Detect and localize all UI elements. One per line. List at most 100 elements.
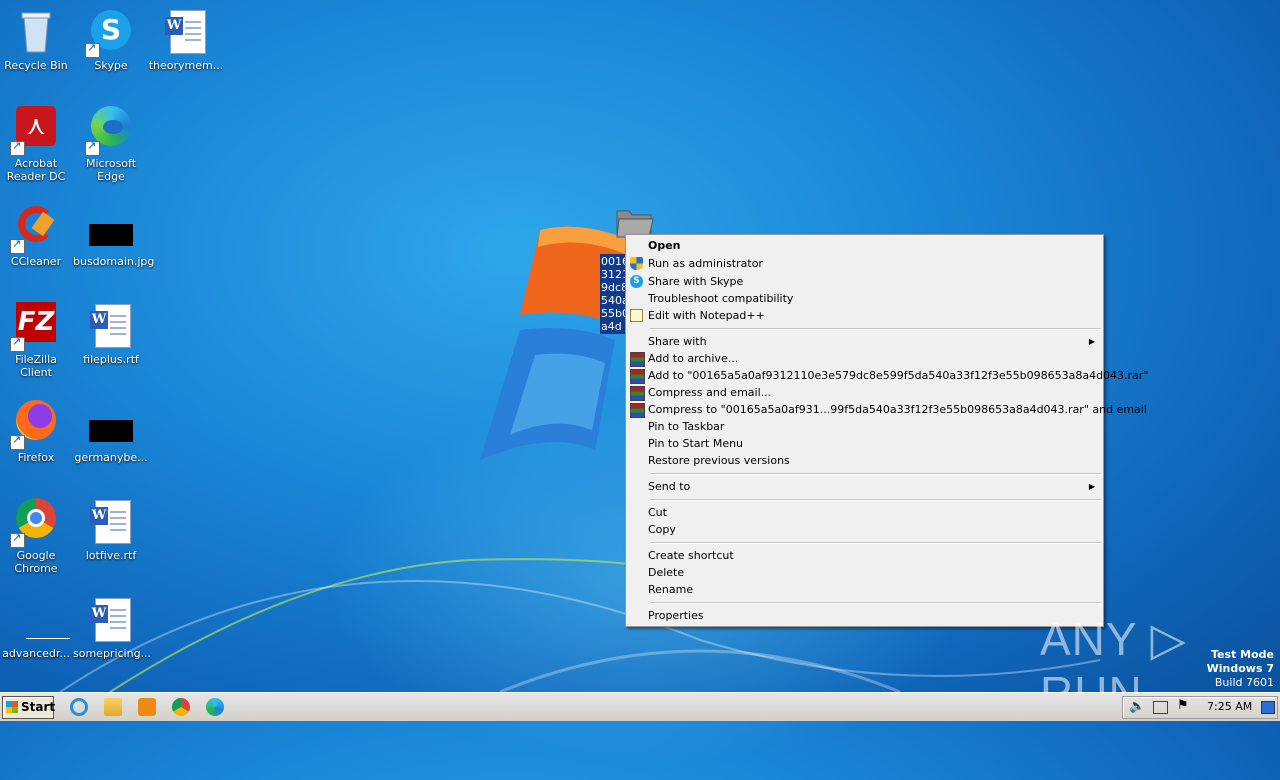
desktop-icon-firefox[interactable]: Firefox	[0, 400, 74, 464]
menu-item-label: Copy	[648, 523, 676, 536]
desktop-icon-label: Microsoft Edge	[85, 157, 137, 183]
desktop-icon-theorymem[interactable]: W theorymem...	[148, 8, 224, 72]
network-icon[interactable]	[1153, 701, 1168, 714]
shortcut-arrow-icon	[10, 335, 25, 352]
menu-item-compress-and-email[interactable]: Compress and email...	[628, 384, 1101, 401]
winrar-icon	[630, 352, 645, 367]
menu-item-share-with[interactable]: Share with ▶	[628, 333, 1101, 350]
menu-item-label: Compress and email...	[648, 386, 772, 399]
desktop-icon-acrobat[interactable]: ⋏ Acrobat Reader DC	[0, 106, 74, 183]
os-name-label: Windows 7	[1206, 662, 1274, 675]
image-file-icon	[87, 400, 135, 448]
taskbar: Start 🔈 ⚑ 7:25 AM	[0, 692, 1280, 721]
menu-separator	[650, 328, 1101, 330]
menu-item-share-with-skype[interactable]: S Share with Skype	[628, 273, 1101, 290]
recycle-bin-icon	[12, 8, 60, 56]
show-desktop-icon[interactable]	[1261, 701, 1275, 714]
menu-item-compress-to-rar-and-email[interactable]: Compress to "00165a5a0af931...99f5da540a…	[628, 401, 1147, 418]
filezilla-icon: FZ	[10, 302, 60, 352]
desktop-icon-label: FileZilla Client	[15, 353, 57, 379]
menu-separator	[650, 473, 1101, 475]
menu-item-open[interactable]: Open	[628, 237, 1101, 254]
menu-item-cut[interactable]: Cut	[628, 504, 1101, 521]
desktop-icon-label: Skype	[94, 59, 128, 72]
context-menu: Open Run as administrator S Share with S…	[625, 234, 1148, 627]
chrome-icon[interactable]	[172, 698, 190, 716]
shortcut-arrow-icon	[85, 139, 100, 156]
windows-logo-icon	[6, 701, 18, 713]
menu-item-add-to-rar[interactable]: Add to "00165a5a0af9312110e3e579dc8e599f…	[628, 367, 1148, 384]
chrome-icon	[10, 498, 60, 548]
menu-item-run-as-admin[interactable]: Run as administrator	[628, 255, 1101, 272]
desktop-icon-lotfive[interactable]: W lotfive.rtf	[73, 498, 149, 562]
menu-item-restore-previous-versions[interactable]: Restore previous versions	[628, 452, 1101, 469]
menu-item-label: Compress to "00165a5a0af931...99f5da540a…	[648, 403, 1147, 416]
action-center-flag-icon[interactable]: ⚑	[1177, 698, 1189, 713]
menu-item-create-shortcut[interactable]: Create shortcut	[628, 547, 1101, 564]
test-mode-label: Test Mode	[1211, 648, 1274, 661]
build-label: Build 7601	[1214, 676, 1274, 689]
menu-separator	[650, 542, 1101, 544]
desktop-icon-label: advancedr...	[2, 647, 70, 660]
os-info: Test Mode Windows 7 Build 7601	[1207, 648, 1274, 690]
menu-item-label: Edit with Notepad++	[648, 309, 765, 322]
desktop-icon-edge[interactable]: Microsoft Edge	[73, 106, 149, 183]
desktop-icon-label: theorymem...	[148, 59, 224, 72]
desktop-icon-skype[interactable]: S Skype	[73, 8, 149, 72]
menu-item-label: Cut	[648, 506, 667, 519]
desktop-icon-somepricing[interactable]: W somepricing...	[73, 596, 152, 660]
internet-explorer-icon[interactable]	[70, 698, 88, 716]
menu-item-edit-notepadpp[interactable]: Edit with Notepad++	[628, 307, 1101, 324]
menu-item-pin-to-taskbar[interactable]: Pin to Taskbar	[628, 418, 1101, 435]
acrobat-icon: ⋏	[10, 106, 60, 156]
desktop-icon-label: busdomain.jpg	[73, 255, 155, 268]
menu-item-label: Troubleshoot compatibility	[648, 292, 794, 305]
menu-item-delete[interactable]: Delete	[628, 564, 1101, 581]
start-label: Start	[21, 700, 56, 714]
menu-separator	[650, 602, 1101, 604]
desktop-icon-ccleaner[interactable]: CCleaner	[0, 204, 74, 268]
menu-item-label: Pin to Taskbar	[648, 420, 725, 433]
system-tray: 🔈 ⚑ 7:25 AM	[1122, 696, 1278, 719]
volume-icon[interactable]: 🔈	[1129, 699, 1145, 714]
desktop-icon-recycle-bin[interactable]: Recycle Bin	[0, 8, 74, 72]
menu-item-send-to[interactable]: Send to ▶	[628, 478, 1101, 495]
desktop-icon-label: fileplus.rtf	[83, 353, 139, 366]
word-document-icon: W	[87, 498, 135, 546]
desktop-icon-chrome[interactable]: Google Chrome	[0, 498, 74, 575]
menu-item-pin-to-start-menu[interactable]: Pin to Start Menu	[628, 435, 1101, 452]
desktop-icon-filezilla[interactable]: FZ FileZilla Client	[0, 302, 74, 379]
submenu-arrow-icon: ▶	[1088, 482, 1095, 491]
shortcut-arrow-icon	[10, 139, 25, 156]
menu-item-label: Share with Skype	[648, 275, 744, 288]
menu-item-copy[interactable]: Copy	[628, 521, 1101, 538]
file-explorer-icon[interactable]	[104, 698, 122, 716]
word-document-icon: W	[162, 8, 210, 56]
media-player-icon[interactable]	[138, 698, 156, 716]
word-document-icon: W	[87, 302, 135, 350]
edge-icon[interactable]	[206, 698, 224, 716]
desktop-icon-label: Google Chrome	[14, 549, 58, 575]
desktop-icon-germanybe[interactable]: germanybe...	[73, 400, 149, 464]
desktop-icon-advancedr[interactable]: advancedr...	[0, 596, 74, 660]
uac-shield-icon	[630, 257, 643, 270]
desktop-icon-label: CCleaner	[10, 255, 62, 268]
menu-item-add-to-archive[interactable]: Add to archive...	[628, 350, 1101, 367]
desktop-icon-label: Acrobat Reader DC	[6, 157, 66, 183]
skype-icon: S	[85, 8, 135, 58]
menu-item-properties[interactable]: Properties	[628, 607, 1101, 624]
desktop-icon-fileplus[interactable]: W fileplus.rtf	[73, 302, 149, 366]
menu-item-troubleshoot[interactable]: Troubleshoot compatibility	[628, 290, 1101, 307]
clock[interactable]: 7:25 AM	[1207, 693, 1252, 721]
winrar-icon	[630, 386, 645, 401]
menu-item-label: Send to	[648, 480, 691, 493]
menu-item-label: Delete	[648, 566, 685, 579]
menu-item-rename[interactable]: Rename	[628, 581, 1101, 598]
desktop-icon-busdomain[interactable]: busdomain.jpg	[73, 204, 155, 268]
blank-file-icon	[12, 596, 70, 644]
desktop-icon-label: somepricing...	[73, 647, 152, 660]
menu-item-label: Open	[648, 239, 681, 252]
start-button[interactable]: Start	[2, 696, 56, 719]
menu-item-label: Run as administrator	[648, 257, 763, 270]
menu-item-label: Restore previous versions	[648, 454, 790, 467]
